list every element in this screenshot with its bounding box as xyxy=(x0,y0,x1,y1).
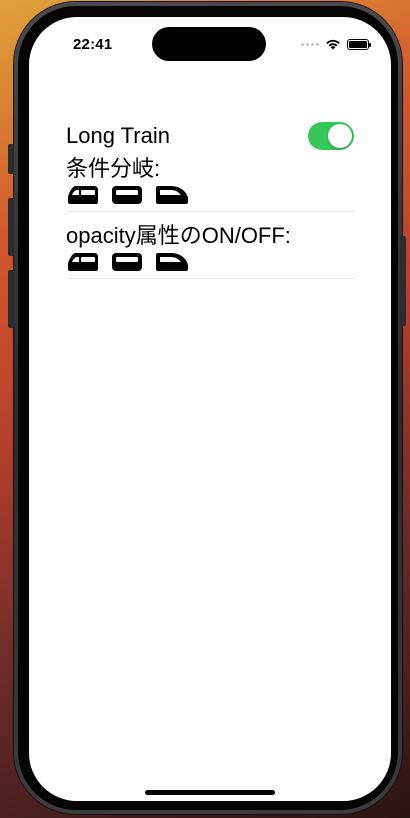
home-indicator[interactable] xyxy=(145,790,275,795)
conditional-branch-section: 条件分岐: xyxy=(66,155,354,212)
train-car-row xyxy=(67,250,354,274)
toggle-knob xyxy=(328,124,352,148)
train-middle-car-icon xyxy=(112,253,142,271)
volume-down-button xyxy=(8,270,14,328)
power-button xyxy=(400,236,406,326)
section-title: opacity属性のON/OFF: xyxy=(66,223,291,248)
status-bar: 22:41 xyxy=(29,17,391,71)
train-front-car-icon xyxy=(68,186,98,204)
long-train-row: Long Train xyxy=(66,117,354,155)
wifi-icon xyxy=(326,39,340,50)
train-middle-car-icon xyxy=(112,186,142,204)
signal-dots-icon xyxy=(301,42,319,46)
section-title: 条件分岐: xyxy=(66,156,161,181)
long-train-toggle[interactable] xyxy=(308,122,354,150)
train-head-car-icon xyxy=(156,253,188,271)
long-train-label: Long Train xyxy=(66,123,170,148)
action-button xyxy=(8,144,14,174)
volume-up-button xyxy=(8,198,14,256)
opacity-toggle-section: opacity属性のON/OFF: xyxy=(66,222,354,279)
content-list: Long Train 条件分岐: opacity属性のON/OFF: xyxy=(66,117,354,279)
train-car-row xyxy=(67,183,354,207)
train-head-car-icon xyxy=(156,186,188,204)
screen: 22:41 Long Train 条件分岐: opacity属性のON/OFF: xyxy=(29,17,391,801)
status-time: 22:41 xyxy=(73,36,113,53)
status-icons xyxy=(301,38,371,50)
train-front-car-icon xyxy=(68,253,98,271)
battery-icon xyxy=(347,38,371,50)
dynamic-island xyxy=(152,27,266,61)
